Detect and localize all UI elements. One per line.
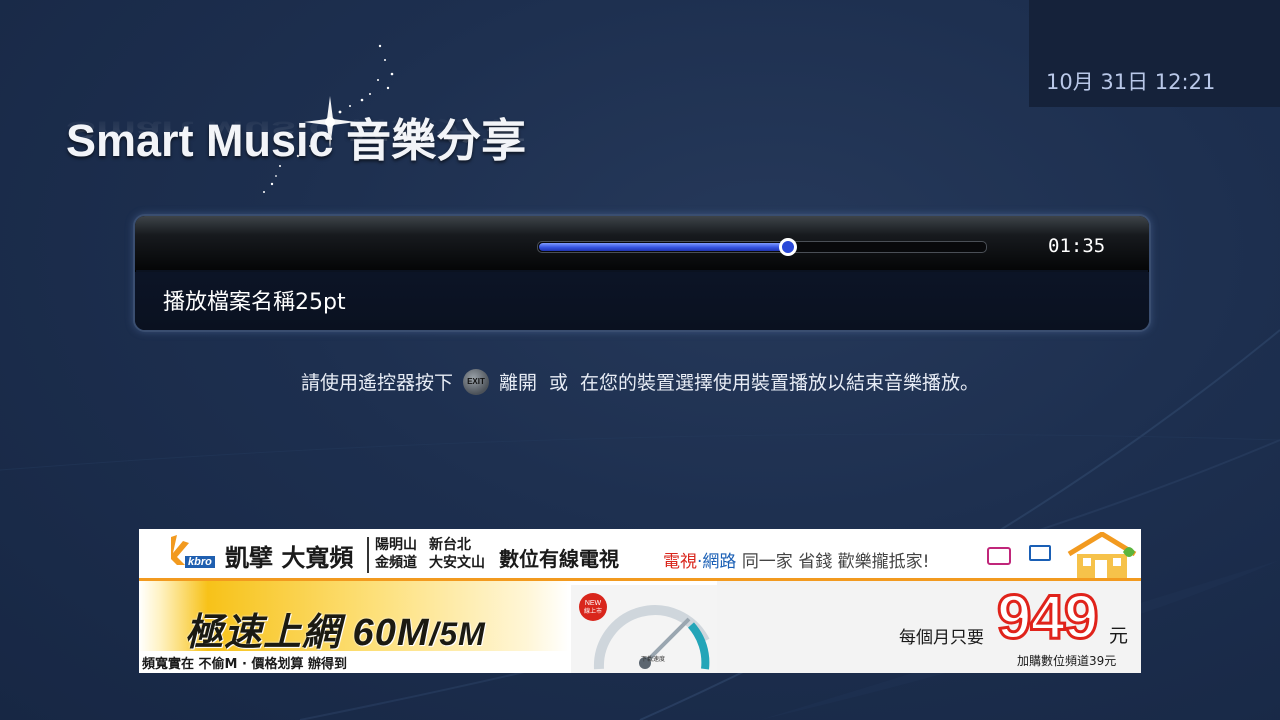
area-item: 金頻道 [375,555,417,571]
house-icon [1067,532,1137,578]
banner-slogan: 電視·網路 同一家 省錢 歡樂攏抵家! [663,547,929,572]
svg-text:NEW: NEW [585,600,602,607]
speed-upload: /5M [429,616,486,652]
addon-channel-price: 加購數位頻道39元 [1017,654,1117,668]
instruction-before: 請使用遙控器按下 [300,372,453,394]
area-item: 新台北 [429,537,471,553]
advertisement-banner[interactable]: kbro 凱擘 大寬頻 陽明山 新台北 金頻道 大安文山 數位有線電視 電視·網… [139,529,1141,673]
progress-fill [539,243,789,251]
music-player-panel: 01:35 播放檔案名稱25pt [133,214,1151,332]
tv-icon [987,547,1011,565]
slogan-tv: 電視 [663,552,697,572]
promo-tagline: 頻寬實在 不偷M · 價格划算 辦得到 [142,657,347,672]
progress-knob[interactable] [778,238,797,256]
instruction-after: 在您的裝置選擇使用裝置播放以結束音樂播放。 [580,372,980,394]
area-item: 大安文山 [429,555,485,571]
elapsed-time: 01:35 [1048,235,1106,257]
slogan-net: 網路 [702,552,737,572]
track-filename: 播放檔案名稱25pt [163,290,346,315]
svg-text:線上市: 線上市 [584,607,602,615]
progress-track[interactable] [537,238,987,256]
speed-main: 極速上網 60M [185,612,430,654]
page-title-reflection: Smart Music 音樂分享 [66,115,527,144]
kbro-logo-text: kbro [185,556,215,568]
slogan-save: 省錢 歡樂攏抵家! [798,552,930,572]
price-value: 949 [995,582,1099,654]
instruction-text: 請使用遙控器按下 EXIT 離開或在您的裝置選擇使用裝置播放以結束音樂播放。 [0,368,1280,395]
instruction-leave: 離開 [498,372,537,394]
digital-cable-label: 數位有線電視 [499,547,619,571]
per-month-label: 每個月只要 [899,628,984,648]
service-areas: 陽明山 新台北 金頻道 大安文山 [375,536,485,572]
svg-text:下載速度: 下載速度 [641,655,665,663]
instruction-or: 或 [549,372,569,394]
brand-separator [367,537,369,573]
price-unit: 元 [1109,625,1129,647]
computer-icon [1029,545,1051,561]
clock: 10月 31日 12:21 [1046,70,1216,94]
area-item: 陽明山 [375,537,417,553]
speed-promo: 極速上網 60M/5M [185,601,486,656]
speedometer-icon: NEW 線上市 下載速度 [571,585,717,673]
brand-name: 凱擘 大寬頻 [225,544,354,572]
slogan-family: 同一家 [741,552,793,572]
exit-button-icon: EXIT [462,368,489,395]
